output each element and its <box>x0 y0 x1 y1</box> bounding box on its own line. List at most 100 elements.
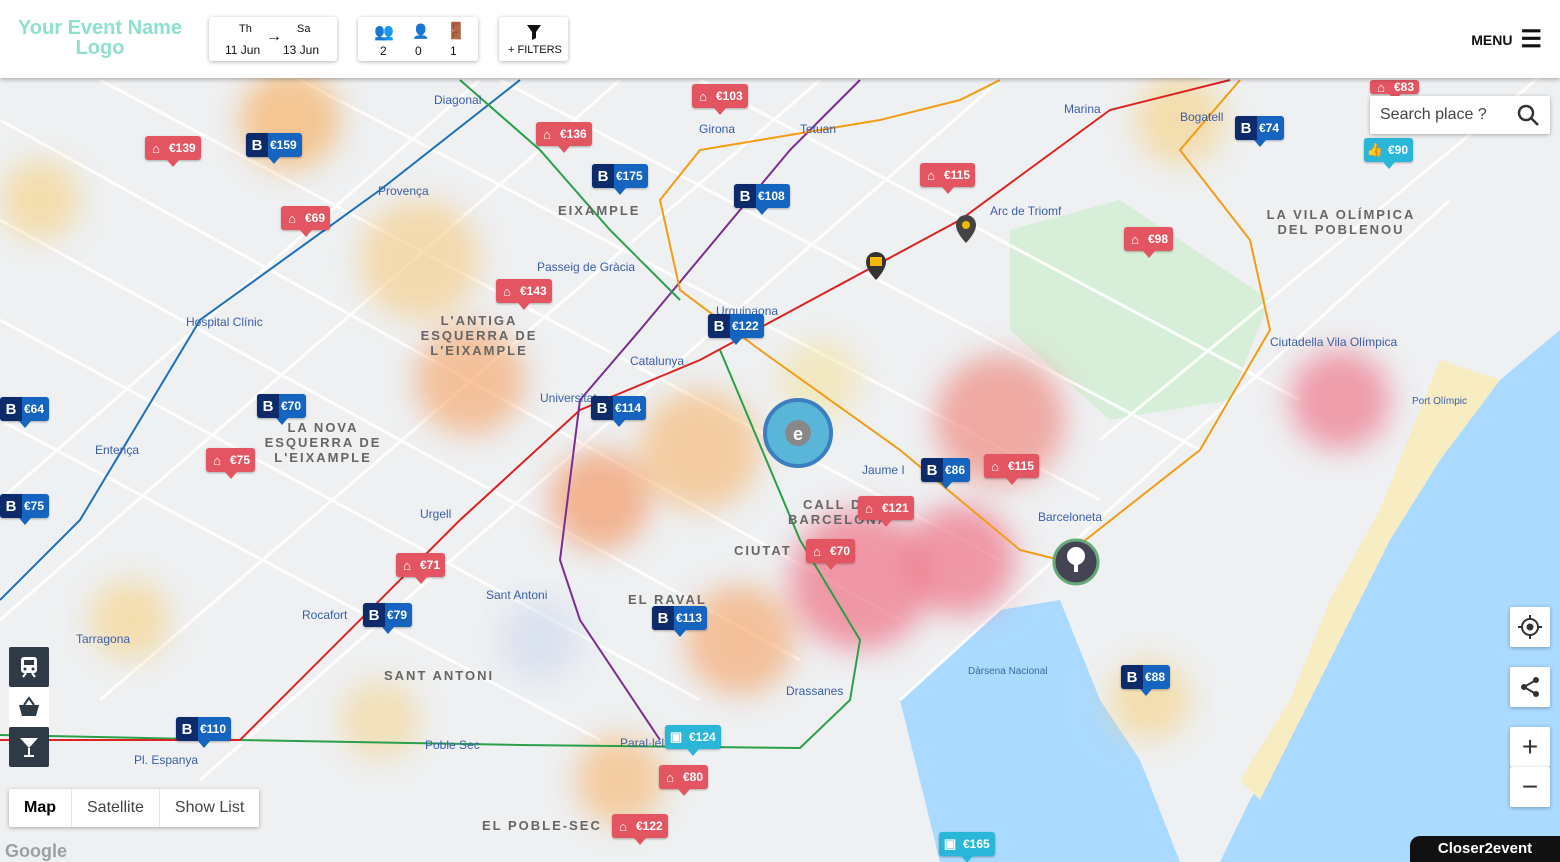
booking-icon: B <box>1121 665 1143 689</box>
listing-pin-airbnb[interactable]: ⌂ €70 <box>806 539 856 570</box>
listing-pin-airbnb[interactable]: ⌂ €139 <box>145 136 201 167</box>
listing-pin-booking[interactable]: B €86 <box>921 458 971 489</box>
listing-pin-airbnb[interactable]: ⌂ €143 <box>496 279 552 310</box>
station-label: Girona <box>699 122 736 136</box>
crosshair-icon <box>1518 615 1542 639</box>
search-icon[interactable] <box>1516 103 1540 127</box>
door-icon: 🚪 <box>446 23 466 40</box>
locate-button[interactable] <box>1510 607 1550 647</box>
booking-icon: B <box>257 394 279 418</box>
share-button[interactable] <box>1510 667 1550 707</box>
search-box[interactable]: Search place ? <box>1370 96 1550 134</box>
hamburger-icon: ☰ <box>1520 26 1542 53</box>
zoom-in-button[interactable]: + <box>1510 727 1550 767</box>
booking-icon: B <box>246 133 268 157</box>
nightlife-toggle[interactable] <box>9 727 49 767</box>
station-label: Passeig de Gràcia <box>537 260 636 274</box>
listing-pin-airbnb[interactable]: ⌂ €83 <box>1370 80 1420 101</box>
filters-label: + FILTERS <box>508 44 562 56</box>
booking-icon: B <box>0 494 22 518</box>
transport-toggle[interactable] <box>9 647 49 687</box>
listing-pin-other[interactable]: 👍 €90 <box>1364 138 1414 169</box>
listing-pin-airbnb[interactable]: ⌂ €80 <box>659 765 709 796</box>
closer2event-brand[interactable]: Closer2event <box>1410 836 1560 862</box>
listing-pin-booking[interactable]: B €88 <box>1121 665 1171 696</box>
station-label: Urgell <box>420 507 452 521</box>
listing-pin-airbnb[interactable]: ⌂ €71 <box>396 553 446 584</box>
listing-pin-booking[interactable]: B €75 <box>0 494 50 525</box>
station-label: Catalunya <box>630 354 685 368</box>
listing-pin-airbnb[interactable]: ⌂ €98 <box>1124 227 1174 258</box>
listing-pin-booking[interactable]: B €70 <box>257 394 307 425</box>
listing-pin-booking[interactable]: B €159 <box>246 133 302 164</box>
booking-icon: B <box>921 458 943 482</box>
shopping-toggle[interactable] <box>9 687 49 727</box>
map-type-control: Map Satellite Show List <box>9 789 260 827</box>
listing-pin-booking[interactable]: B €79 <box>363 603 413 634</box>
place-label: Port Olímpic <box>1412 396 1468 407</box>
rooms-count: 1 <box>450 44 457 58</box>
listing-pin-airbnb[interactable]: ⌂ €121 <box>858 496 914 527</box>
listing-pin-other[interactable]: ▣ €124 <box>665 725 721 756</box>
district-label: LA VILA OLÍMPICA DEL POBLENOU <box>1266 207 1416 237</box>
district-label: CIUTAT <box>734 543 792 558</box>
adults-count: 2 <box>380 44 387 58</box>
show-list-button[interactable]: Show List <box>160 789 259 827</box>
plus-icon: + <box>1521 731 1539 762</box>
listing-pin-airbnb[interactable]: ⌂ €136 <box>536 122 592 153</box>
airbnb-icon: ⌂ <box>152 140 160 156</box>
booking-icon: B <box>592 164 614 188</box>
station-label: Tarragona <box>76 632 131 646</box>
station-label: Poble Sec <box>425 738 480 752</box>
guest-selector[interactable]: 👥 👤 🚪 2 0 1 <box>358 17 478 61</box>
menu-button[interactable]: MENU ☰ <box>1471 26 1542 53</box>
listing-pin-airbnb[interactable]: ⌂ €115 <box>920 163 976 194</box>
from-day: Th <box>239 23 252 35</box>
zoom-out-button[interactable]: − <box>1510 767 1550 807</box>
district-label: SANT ANTONI <box>384 668 495 683</box>
airbnb-icon: ⌂ <box>1131 231 1139 247</box>
listing-pin-booking[interactable]: B €110 <box>176 717 232 748</box>
listing-pin-airbnb[interactable]: ⌂ €122 <box>612 814 668 845</box>
station-label: Jaume I <box>862 463 905 477</box>
filters-button[interactable]: + FILTERS <box>499 17 568 61</box>
listing-pin-booking[interactable]: B €114 <box>591 396 647 427</box>
listing-pin-airbnb[interactable]: ⌂ €69 <box>281 206 331 237</box>
listing-pin-booking[interactable]: B €122 <box>708 314 764 345</box>
map-canvas[interactable]: e EIXAMPLE L'ANTIGA ESQUERRA DE L'EIXAMP… <box>0 0 1560 862</box>
listing-pin-airbnb[interactable]: ⌂ €75 <box>206 448 256 479</box>
booking-icon: B <box>591 396 613 420</box>
event-logo[interactable]: Your Event Name Logo <box>10 18 190 58</box>
basket-icon <box>19 696 39 716</box>
menu-label: MENU <box>1471 32 1513 48</box>
date-selector[interactable]: Th Sa → 11 Jun 13 Jun <box>209 17 337 61</box>
station-label: Diagonal <box>434 93 482 107</box>
arrow-right-icon: → <box>266 28 282 45</box>
booking-icon: B <box>1235 116 1257 140</box>
listing-pin-airbnb[interactable]: ⌂ €103 <box>692 84 748 115</box>
booking-icon: B <box>708 314 730 338</box>
map-view-button[interactable]: Map <box>9 789 72 827</box>
listing-pin-booking[interactable]: B €108 <box>734 184 790 215</box>
place-label: Dàrsena Nacional <box>968 666 1048 677</box>
satellite-view-button[interactable]: Satellite <box>72 789 160 827</box>
from-date: 11 Jun <box>225 43 261 57</box>
airbnb-icon: ⌂ <box>213 452 221 468</box>
airbnb-icon: ⌂ <box>865 500 873 516</box>
station-label: Arc de Triomf <box>990 204 1062 218</box>
station-label: Entença <box>95 443 140 457</box>
listing-pin-booking[interactable]: B €74 <box>1235 116 1285 147</box>
airbnb-icon: ⌂ <box>666 769 674 785</box>
station-label: Provença <box>378 184 429 198</box>
listing-pin-booking[interactable]: B €64 <box>0 397 50 428</box>
cocktail-icon <box>20 738 38 757</box>
booking-icon: B <box>176 717 198 741</box>
listing-pin-airbnb[interactable]: ⌂ €115 <box>984 454 1040 485</box>
listing-pin-booking[interactable]: B €175 <box>592 164 648 195</box>
station-label: Pl. Espanya <box>134 753 199 767</box>
top-bar: Your Event Name Logo Th Sa → 11 Jun 13 J… <box>0 0 1560 78</box>
listing-pin-booking[interactable]: B €113 <box>652 606 708 637</box>
listing-pin-other[interactable]: ▣ €165 <box>939 832 995 862</box>
search-input[interactable]: Search place ? <box>1370 106 1516 124</box>
airbnb-icon: ⌂ <box>543 126 551 142</box>
